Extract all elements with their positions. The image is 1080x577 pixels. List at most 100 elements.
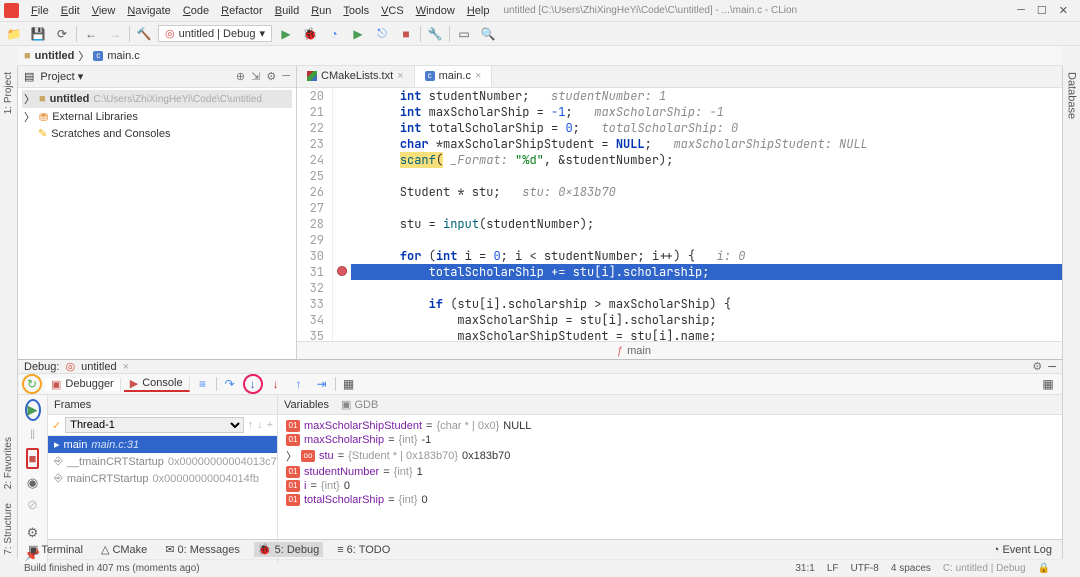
menu-code[interactable]: Code — [177, 3, 215, 19]
tree-external-libs[interactable]: 〉⛃ External Libraries — [22, 108, 292, 126]
build-icon[interactable]: 🔨 — [134, 24, 154, 44]
menu-file[interactable]: File — [25, 3, 55, 19]
run-to-cursor-icon[interactable]: ⇥ — [312, 374, 332, 394]
code-line[interactable]: Student * stu; stu: 0x183b70 — [351, 184, 1062, 200]
code-line[interactable] — [351, 200, 1062, 216]
step-out-icon[interactable]: ↑ — [289, 374, 309, 394]
hide-icon[interactable]: ─ — [282, 70, 290, 83]
status-context[interactable]: C: untitled | Debug — [937, 563, 1032, 574]
code-line[interactable]: totalScholarShip += stu[i].scholarship; — [351, 264, 1062, 280]
tree-root[interactable]: 〉■ untitled C:\Users\ZhiXingHeYi\Code\C\… — [22, 90, 292, 108]
menu-view[interactable]: View — [86, 3, 122, 19]
run-icon[interactable]: ▶ — [276, 24, 296, 44]
add-icon[interactable]: + — [267, 419, 273, 431]
settings-icon[interactable]: ⚙ — [1032, 360, 1042, 373]
nav-project[interactable]: untitled — [35, 50, 75, 62]
mute-breakpoints-icon[interactable]: ⊘ — [27, 497, 38, 513]
code-editor[interactable]: 2021222324252627282930313233343536 int s… — [297, 88, 1062, 341]
menu-navigate[interactable]: Navigate — [121, 3, 176, 19]
maximize-icon[interactable]: ☐ — [1037, 4, 1047, 17]
menu-window[interactable]: Window — [410, 3, 461, 19]
code-line[interactable] — [351, 232, 1062, 248]
gdb-tab[interactable]: GDB — [355, 399, 379, 411]
hide-icon[interactable]: ─ — [1048, 361, 1056, 373]
tab-terminal[interactable]: ▣ Terminal — [24, 542, 87, 557]
code-line[interactable]: maxScholarShip = stu[i].scholarship; — [351, 312, 1062, 328]
update-icon[interactable]: 🔧 — [425, 24, 445, 44]
menu-vcs[interactable]: VCS — [375, 3, 410, 19]
rerun-icon[interactable]: ↻ — [22, 374, 42, 394]
pause-icon[interactable]: ‖ — [30, 427, 35, 442]
next-frame-icon[interactable]: ↓ — [257, 419, 263, 431]
prev-frame-icon[interactable]: ↑ — [248, 419, 254, 431]
menu-edit[interactable]: Edit — [55, 3, 86, 19]
force-step-into-icon[interactable]: ↓ — [266, 374, 286, 394]
variable-row[interactable]: 01 studentNumber = {int} 1 — [286, 465, 1054, 479]
side-tab-project[interactable]: 1: Project — [3, 68, 14, 118]
stop-icon[interactable]: ■ — [396, 24, 416, 44]
debug-icon[interactable]: 🐞 — [300, 24, 320, 44]
code-line[interactable]: int totalScholarShip = 0; totalScholarSh… — [351, 120, 1062, 136]
code-line[interactable]: stu = input(studentNumber); — [351, 216, 1062, 232]
code-line[interactable] — [351, 280, 1062, 296]
vars-tab[interactable]: Variables — [284, 399, 329, 411]
threads-icon[interactable]: ≡ — [193, 374, 213, 394]
status-spaces[interactable]: 4 spaces — [885, 563, 937, 574]
settings-icon[interactable]: ⚙ — [27, 525, 39, 541]
resume-icon[interactable]: ▶ — [25, 399, 41, 421]
tab-todo[interactable]: ≡ 6: TODO — [333, 543, 394, 557]
open-icon[interactable]: 📁 — [4, 24, 24, 44]
tab-debugger[interactable]: ▣Debugger — [45, 378, 121, 391]
minimize-icon[interactable]: ─ — [1017, 4, 1025, 17]
settings-icon[interactable]: ⚙ — [266, 70, 276, 83]
frame-row[interactable]: ⎆mainCRTStartup 0x00000000004014fb — [48, 470, 277, 487]
select-opened-icon[interactable]: ⊕ — [236, 70, 245, 83]
breadcrumb-item[interactable]: main — [627, 345, 651, 357]
code-line[interactable]: for (int i = 0; i < studentNumber; i++) … — [351, 248, 1062, 264]
tab-event-log[interactable]: ◔ Event Log — [989, 543, 1056, 557]
layout-icon[interactable]: ▦ — [1038, 374, 1058, 394]
menu-build[interactable]: Build — [269, 3, 305, 19]
debug-session[interactable]: untitled — [81, 361, 116, 373]
tab-main-c[interactable]: c main.c× — [415, 66, 493, 87]
menu-run[interactable]: Run — [305, 3, 337, 19]
side-tab-database[interactable]: Database — [1066, 68, 1078, 123]
view-breakpoints-icon[interactable]: ◉ — [27, 475, 38, 491]
run-config-selector[interactable]: ◎ untitled | Debug ▾ — [158, 25, 272, 42]
side-tab-structure[interactable]: 7: Structure — [3, 499, 14, 559]
tree-scratches[interactable]: ✎ Scratches and Consoles — [22, 126, 292, 141]
code-line[interactable] — [351, 168, 1062, 184]
step-over-icon[interactable]: ↷ — [220, 374, 240, 394]
search-icon[interactable]: 🔍 — [478, 24, 498, 44]
lock-icon[interactable]: 🔒 — [1032, 563, 1056, 574]
status-pos[interactable]: 31:1 — [789, 563, 820, 574]
code-line[interactable]: maxScholarShipStudent = stu[i].name; — [351, 328, 1062, 341]
attach-icon[interactable]: ⎋ — [372, 24, 392, 44]
variable-row[interactable]: 01 totalScholarShip = {int} 0 — [286, 493, 1054, 507]
collapse-icon[interactable]: ⇲ — [251, 70, 260, 83]
code-line[interactable]: scanf( _Format: "%d", &studentNumber); — [351, 152, 1062, 168]
close-icon[interactable]: ✕ — [1059, 4, 1068, 17]
code-line[interactable]: if (stu[i].scholarship > maxScholarShip)… — [351, 296, 1062, 312]
thread-selector[interactable]: Thread-1 — [65, 417, 243, 433]
coverage-icon[interactable]: ▶ — [348, 24, 368, 44]
tab-cmake[interactable]: △ CMake — [97, 542, 151, 557]
status-lf[interactable]: LF — [821, 563, 845, 574]
save-icon[interactable]: 💾 — [28, 24, 48, 44]
nav-file[interactable]: main.c — [107, 50, 139, 62]
forward-icon[interactable]: → — [105, 24, 125, 44]
variable-row[interactable]: 01 i = {int} 0 — [286, 479, 1054, 493]
profile-icon[interactable]: ◔ — [324, 24, 344, 44]
code-line[interactable]: char *maxScholarShipStudent = NULL; maxS… — [351, 136, 1062, 152]
stop-icon[interactable]: ■ — [26, 448, 40, 469]
sync-icon[interactable]: ⟳ — [52, 24, 72, 44]
layout-icon[interactable]: ▭ — [454, 24, 474, 44]
frame-row[interactable]: ⎆__tmainCRTStartup 0x00000000004013c7 — [48, 453, 277, 470]
evaluate-icon[interactable]: ▦ — [339, 374, 359, 394]
code-line[interactable]: int maxScholarShip = -1; maxScholarShip:… — [351, 104, 1062, 120]
variable-row[interactable]: 01 maxScholarShipStudent = {char * | 0x0… — [286, 419, 1054, 433]
menu-tools[interactable]: Tools — [337, 3, 375, 19]
menu-help[interactable]: Help — [461, 3, 496, 19]
tab-messages[interactable]: ✉ 0: Messages — [161, 542, 244, 557]
variable-row[interactable]: 〉oo stu = {Student * | 0x183b70} 0x183b7… — [286, 447, 1054, 465]
